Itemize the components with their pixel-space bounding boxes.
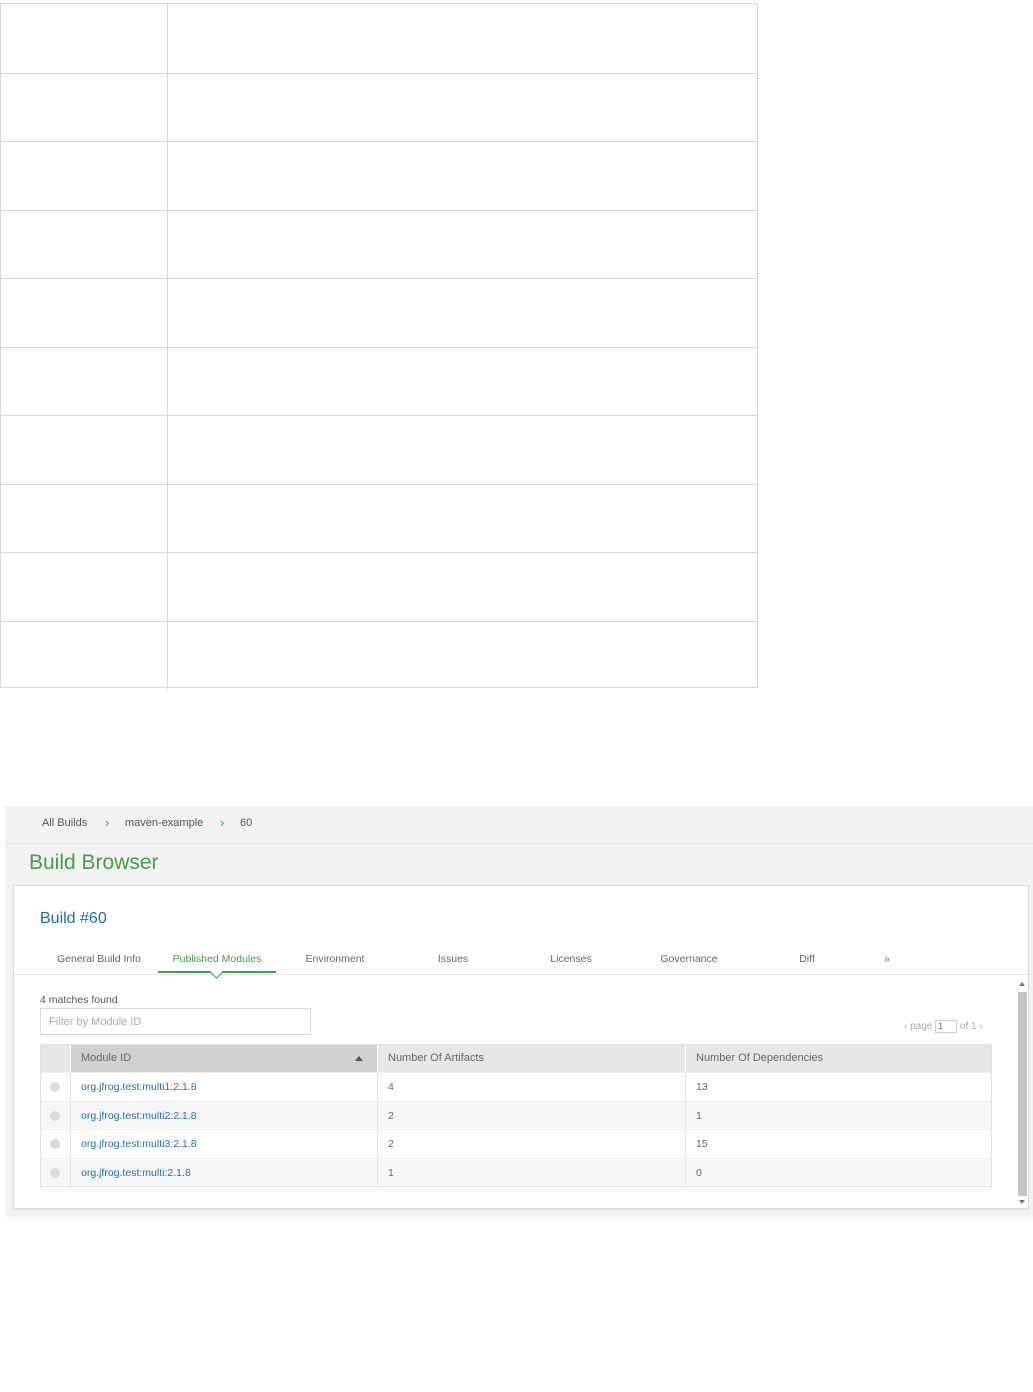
tabs-more-icon[interactable]: » [828,953,946,965]
pager-prev-label[interactable]: ‹ page [904,1021,932,1032]
grid-row [1,346,757,415]
grid-row [1,72,757,141]
dependencies-count: 0 [696,1166,702,1179]
tab-environment[interactable]: Environment [276,953,394,965]
dependencies-count: 1 [696,1109,702,1122]
grid-cell [1,621,168,689]
build-browser-app: All Builds › maven-example › 60 Build Br… [5,806,1033,1217]
module-id-link[interactable]: org.jfrog.test:multi:2.1.8 [70,1159,191,1187]
grid-row [1,552,757,621]
row-checkbox[interactable] [50,1139,60,1149]
table-row[interactable]: org.jfrog.test:multi3:2.1.8 2 15 [41,1129,991,1158]
scroll-down-arrow-icon[interactable] [1019,1200,1025,1204]
grid-cell [1,347,168,415]
scrollbar-thumb[interactable] [1018,992,1027,1196]
page-title: Build Browser [29,851,159,874]
grid-cell [1,484,168,552]
breadcrumb-item-all-builds[interactable]: All Builds [42,817,87,829]
dependencies-count: 13 [696,1081,708,1093]
tab-licenses[interactable]: Licenses [512,953,630,965]
table-header: Module ID Number Of Artifacts Number Of … [41,1045,991,1072]
page-number-input[interactable]: 1 [935,1020,958,1033]
grid-cell [1,416,168,484]
column-header-artifacts[interactable]: Number Of Artifacts [377,1045,685,1072]
table-row[interactable]: org.jfrog.test:multi1:2.1.8 4 13 [41,1072,991,1101]
empty-grid-table [0,3,758,689]
matches-count: 4 matches found [40,994,118,1006]
sort-ascending-icon[interactable] [355,1056,363,1061]
grid-row [1,483,757,552]
row-checkbox[interactable] [50,1082,60,1092]
row-checkbox[interactable] [50,1110,60,1121]
breadcrumb: All Builds › maven-example › 60 [5,806,1033,844]
pager-next-label[interactable]: of 1 › [960,1021,983,1032]
module-id-link[interactable]: org.jfrog.test:multi1:2.1.8 [70,1073,197,1101]
grid-row [1,141,757,210]
filter-module-input[interactable] [40,1008,311,1035]
vertical-scrollbar[interactable] [1017,982,1027,1204]
build-title: Build #60 [40,910,107,927]
scroll-up-arrow-icon[interactable] [1019,982,1025,986]
column-header-module-id[interactable]: Module ID [70,1045,377,1072]
artifacts-count: 1 [388,1166,394,1179]
artifacts-count: 2 [388,1109,394,1122]
module-id-link[interactable]: org.jfrog.test:multi2:2.1.8 [70,1102,197,1130]
breadcrumb-item-build-name[interactable]: maven-example [125,817,203,829]
tab-governance[interactable]: Governance [630,953,748,965]
grid-row [1,620,757,689]
grid-row [1,209,757,278]
tab-issues[interactable]: Issues [394,953,512,965]
breadcrumb-item-build-number: 60 [240,817,253,829]
grid-cell [1,553,168,621]
column-header-dependencies[interactable]: Number Of Dependencies [685,1045,991,1072]
module-id-link[interactable]: org.jfrog.test:multi3:2.1.8 [70,1130,197,1158]
grid-cell [1,73,168,141]
grid-cell [1,142,168,210]
row-checkbox[interactable] [50,1167,60,1178]
dependencies-count: 15 [696,1138,708,1150]
column-header-label: Module ID [81,1052,132,1064]
breadcrumb-separator-icon: › [105,815,110,830]
grid-cell [1,4,168,73]
table-row[interactable]: org.jfrog.test:multi2:2.1.8 2 1 [41,1100,991,1130]
grid-row [1,278,757,347]
grid-cell [1,210,168,278]
artifacts-count: 2 [388,1138,394,1150]
grid-cell [1,279,168,347]
tab-general-build-info[interactable]: General Build Info [40,953,158,965]
modules-table: Module ID Number Of Artifacts Number Of … [40,1044,992,1187]
grid-row [1,415,757,484]
grid-row [1,4,757,73]
build-panel: Build #60 General Build Info Published M… [13,885,1029,1209]
table-row[interactable]: org.jfrog.test:multi:2.1.8 1 0 [41,1157,991,1187]
artifacts-count: 4 [388,1081,394,1093]
column-header-label: Number Of Dependencies [696,1052,824,1064]
pagination: ‹ page 1 of 1 › [904,1020,983,1033]
column-header-label: Number Of Artifacts [388,1052,484,1064]
breadcrumb-separator-icon: › [220,815,225,830]
select-all-column[interactable] [41,1045,70,1072]
tab-published-modules[interactable]: Published Modules [158,953,276,965]
